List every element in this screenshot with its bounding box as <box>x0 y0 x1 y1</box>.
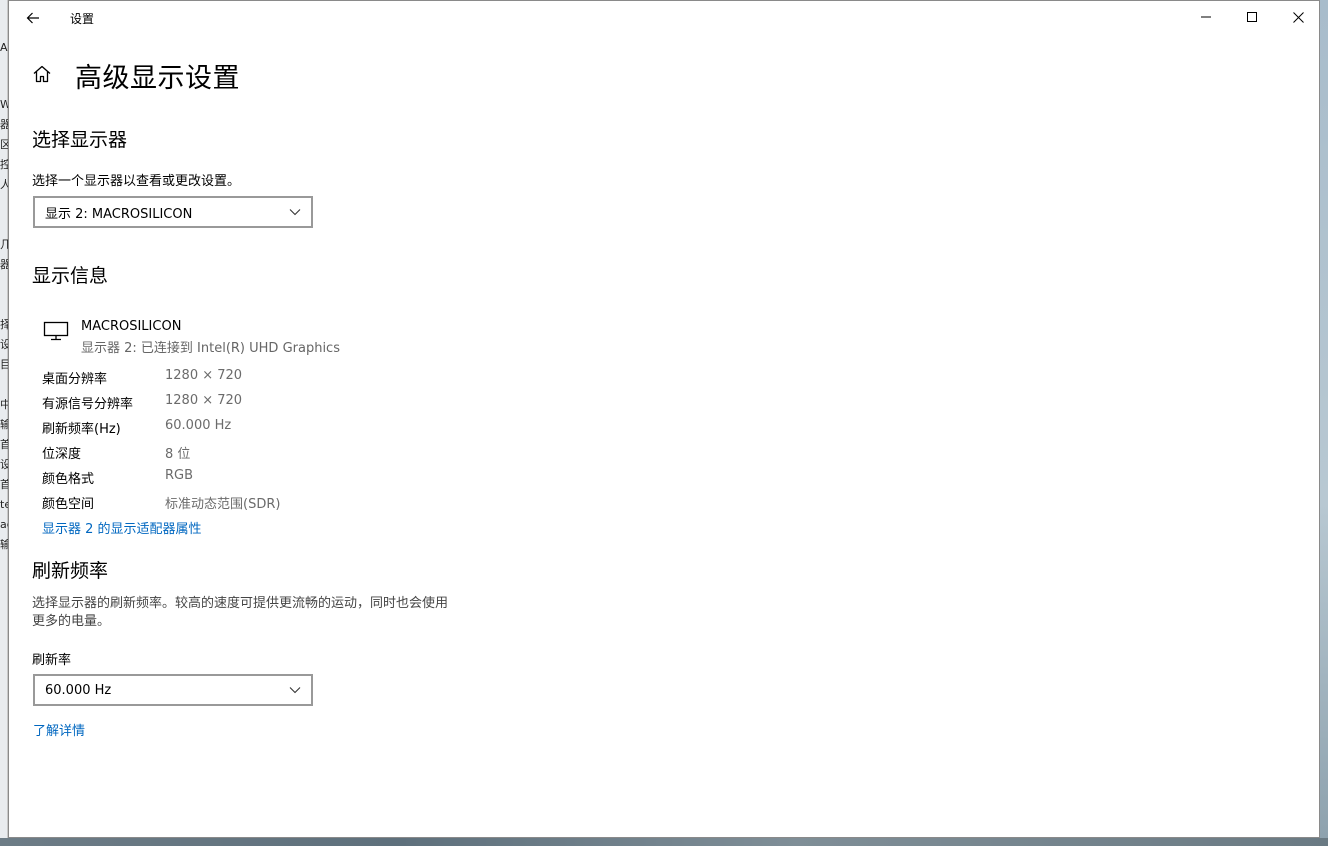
app-title: 设置 <box>70 12 95 26</box>
chevron-down-icon <box>289 687 301 694</box>
background-peek-text: 目 <box>0 359 8 371</box>
info-value: 1280 × 720 <box>165 393 243 408</box>
info-key: 有源信号分辨率 <box>42 397 134 412</box>
monitor-connection-info: 显示器 2: 已连接到 Intel(R) UHD Graphics <box>81 341 340 356</box>
info-value: 标准动态范围(SDR) <box>165 497 281 512</box>
chevron-down-icon <box>289 209 301 216</box>
background-peek-text: 中 <box>0 399 8 411</box>
background-peek-text: 输 <box>0 539 8 551</box>
info-key: 刷新频率(Hz) <box>42 422 121 437</box>
background-peek-text: 区 <box>0 139 8 151</box>
background-peek-text: 器 <box>0 259 8 271</box>
info-key: 颜色空间 <box>42 497 95 512</box>
title-bar[interactable]: 设置 <box>9 1 1319 35</box>
info-value: RGB <box>165 468 194 483</box>
refresh-rate-value: 60.000 Hz <box>45 682 112 698</box>
display-select-dropdown[interactable]: 显示 2: MACROSILICON <box>33 196 313 228</box>
refresh-rate-description-line2: 更多的电量。 <box>32 614 111 629</box>
background-peek-text: 设 <box>0 459 8 471</box>
display-select-value: 显示 2: MACROSILICON <box>45 206 193 222</box>
back-arrow-icon <box>26 12 39 24</box>
refresh-rate-description-line1: 选择显示器的刷新频率。较高的速度可提供更流畅的运动，同时也会使用 <box>32 596 449 611</box>
refresh-rate-dropdown[interactable]: 60.000 Hz <box>33 674 313 706</box>
info-value: 60.000 Hz <box>165 418 232 433</box>
display-info-heading: 显示信息 <box>32 265 109 287</box>
background-app-strip: A) W 器 区 控 人 几 器 择 设 目 中 输 首 设 首 te ac 输 <box>0 0 8 846</box>
minimize-icon <box>1201 16 1211 18</box>
monitor-name: MACROSILICON <box>81 319 182 334</box>
select-display-description: 选择一个显示器以查看或更改设置。 <box>32 174 241 189</box>
desktop-wallpaper-right <box>1320 0 1328 838</box>
background-peek-text: A) <box>0 42 8 54</box>
refresh-rate-heading: 刷新频率 <box>32 560 109 582</box>
background-peek-text: 首 <box>0 439 8 451</box>
monitor-icon <box>43 321 69 341</box>
background-peek-text: 器 <box>0 119 8 131</box>
info-value: 8 位 <box>165 447 191 462</box>
background-peek-text: 设 <box>0 339 8 351</box>
display-adapter-properties-link[interactable]: 显示器 2 的显示适配器属性 <box>42 518 202 537</box>
background-peek-text: 择 <box>0 319 8 331</box>
background-peek-text: 人 <box>0 179 8 191</box>
info-value: 1280 × 720 <box>165 368 243 383</box>
background-peek-text: te <box>0 499 8 511</box>
settings-window: 设置 高级显示设置 选择显示器 选择一个显示器以查看或更改设置。 显示 2: M… <box>8 0 1320 838</box>
info-key: 位深度 <box>42 447 82 462</box>
close-icon <box>1292 11 1304 23</box>
learn-more-link[interactable]: 了解详情 <box>33 720 85 739</box>
back-button[interactable] <box>17 3 49 33</box>
desktop-wallpaper-bottom <box>0 838 1328 846</box>
background-peek-text: 首 <box>0 479 8 491</box>
background-peek-text: 控 <box>0 159 8 171</box>
background-peek-text: W <box>0 99 8 111</box>
select-display-heading: 选择显示器 <box>32 129 128 151</box>
background-peek-text: ac <box>0 519 8 531</box>
info-key: 颜色格式 <box>42 472 95 487</box>
close-button[interactable] <box>1275 1 1321 33</box>
background-peek-text: 输 <box>0 419 8 431</box>
minimize-button[interactable] <box>1183 1 1229 33</box>
home-icon[interactable] <box>31 63 53 85</box>
page-title: 高级显示设置 <box>75 63 240 94</box>
refresh-rate-label: 刷新率 <box>32 653 72 668</box>
info-key: 桌面分辨率 <box>42 372 108 387</box>
maximize-button[interactable] <box>1229 1 1275 33</box>
background-peek-text: 几 <box>0 239 8 251</box>
maximize-icon <box>1247 12 1257 22</box>
